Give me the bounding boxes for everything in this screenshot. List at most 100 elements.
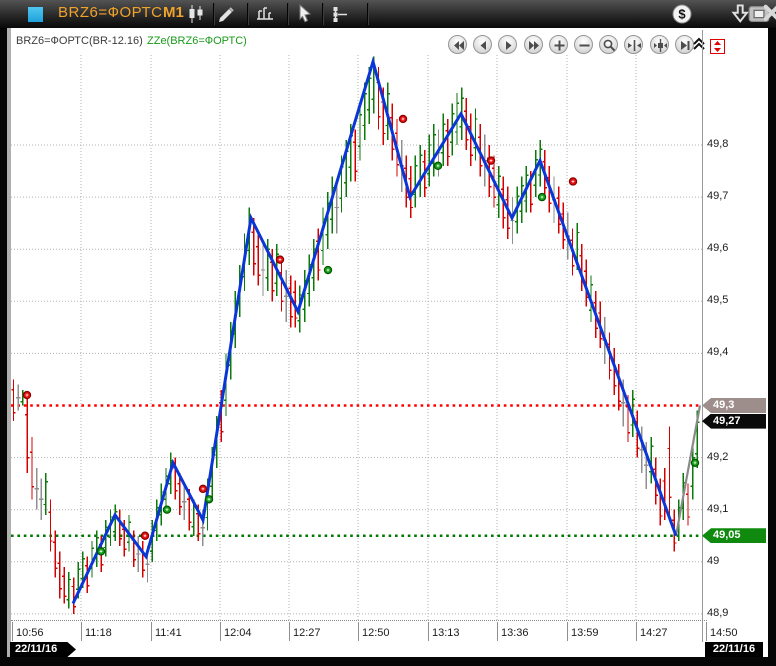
time-axis-baseline: [11, 620, 707, 622]
buy-marker: [205, 496, 212, 503]
time-tick-label: 11:18: [85, 627, 112, 639]
pencil-tool-button[interactable]: [216, 3, 238, 25]
time-tick: [289, 622, 290, 641]
zoom-in-button[interactable]: [549, 35, 568, 54]
volume-profile-icon: [254, 3, 276, 25]
window-title: BRZ6=ФОРТС: [58, 4, 163, 21]
time-tick: [358, 622, 359, 641]
compress-vertical-button[interactable]: [650, 35, 669, 54]
signal-markers: [23, 115, 698, 555]
zoom-out-icon: [576, 37, 593, 54]
app-icon: [28, 7, 43, 22]
time-tick-label: 10:56: [16, 627, 44, 639]
sell-marker: [23, 391, 30, 398]
time-tick: [567, 622, 568, 641]
toolbar-separator: [367, 3, 369, 25]
toolbar-separator: [287, 3, 289, 25]
time-tick: [81, 622, 82, 641]
time-tick: [12, 622, 13, 641]
volume-profile-tool-button[interactable]: [254, 3, 276, 25]
svg-text:$: $: [678, 7, 686, 22]
time-tick: [636, 622, 637, 641]
time-tick: [497, 622, 498, 641]
toolbar-separator: [322, 3, 324, 25]
fast-forward-icon: [526, 37, 543, 54]
dollar-button[interactable]: $: [671, 3, 693, 25]
close-icon: [762, 3, 776, 25]
chart-canvas[interactable]: [11, 55, 702, 622]
time-tick-label: 12:50: [362, 627, 390, 639]
magnifier-button[interactable]: [599, 35, 618, 54]
sell-marker: [487, 157, 494, 164]
chart-window: BRZ6=ФОРТС M1 $ BRZ6=ФОРТС(BR-12.16) ZZe…: [0, 0, 776, 666]
time-tick-label: 14:50: [710, 627, 738, 639]
timeframe-label: M1: [163, 4, 184, 21]
price-tag: 49,3: [702, 398, 766, 413]
buy-marker: [97, 548, 104, 555]
indicator-label: ZZe(BRZ6=ФОРТС): [147, 35, 247, 47]
back-button[interactable]: [473, 35, 492, 54]
buy-marker: [691, 459, 698, 466]
time-tick-label: 11:41: [155, 627, 182, 639]
chevron-up-double-icon: [691, 36, 707, 52]
time-tick-label: 14:27: [640, 627, 668, 639]
magnifier-icon: [601, 37, 618, 54]
price-tick-label: 49: [707, 555, 719, 567]
fast-back-icon: [450, 37, 467, 54]
date-tag-left: 22/11/16: [10, 642, 76, 657]
collapse-panel-button[interactable]: [691, 36, 707, 52]
price-tick-label: 49,4: [707, 346, 728, 358]
price-tick-label: 49,5: [707, 294, 728, 306]
time-tick-label: 13:59: [571, 627, 599, 639]
toolbar-separator: [213, 3, 215, 25]
pencil-icon: [216, 3, 238, 25]
sell-marker: [399, 115, 406, 122]
time-tick: [151, 622, 152, 641]
cursor-tool-button[interactable]: [294, 3, 316, 25]
time-tick-label: 13:13: [432, 627, 460, 639]
price-tag: 49,27: [702, 414, 766, 429]
compress-horizontal-icon: [626, 37, 643, 54]
price-tick-label: 49,6: [707, 242, 728, 254]
candle-series: [11, 56, 699, 613]
download-arrow-icon: [728, 3, 750, 25]
buy-marker: [434, 162, 441, 169]
cursor-icon: [294, 3, 316, 25]
candlestick-icon: [186, 3, 208, 25]
levels-icon: [330, 3, 352, 25]
time-tick: [706, 622, 707, 641]
buy-marker: [538, 194, 545, 201]
fast-back-button[interactable]: [448, 35, 467, 54]
instrument-label: BRZ6=ФОРТС(BR-12.16): [16, 35, 143, 47]
forward-icon: [500, 37, 517, 54]
price-tick-label: 49,8: [707, 138, 728, 150]
buy-marker: [163, 506, 170, 513]
sell-marker: [569, 178, 576, 185]
download-arrow-button[interactable]: [728, 3, 750, 25]
axis-separator: [702, 30, 703, 642]
compress-horizontal-button[interactable]: [624, 35, 643, 54]
buy-marker: [324, 266, 331, 273]
time-tick-label: 12:27: [293, 627, 321, 639]
titlebar[interactable]: BRZ6=ФОРТС M1 $: [0, 0, 776, 29]
back-icon: [475, 37, 492, 54]
compress-vertical-icon: [652, 37, 669, 54]
price-scale-mode-button[interactable]: [710, 39, 725, 54]
sell-marker: [141, 532, 148, 539]
close-button[interactable]: [762, 3, 776, 25]
candlestick-tool-button[interactable]: [186, 3, 208, 25]
price-tick-label: 48,9: [707, 607, 728, 619]
price-tick-label: 49,2: [707, 451, 728, 463]
price-tick-label: 49,1: [707, 503, 728, 515]
sell-marker: [276, 256, 283, 263]
zoom-out-button[interactable]: [574, 35, 593, 54]
price-tag: 49,05: [702, 528, 766, 543]
time-tick-label: 12:04: [224, 627, 252, 639]
price-tick-label: 49,7: [707, 190, 728, 202]
time-tick: [220, 622, 221, 641]
forward-button[interactable]: [498, 35, 517, 54]
fast-forward-button[interactable]: [524, 35, 543, 54]
zoom-in-icon: [551, 37, 568, 54]
levels-tool-button[interactable]: [330, 3, 352, 25]
toolbar-separator: [247, 3, 249, 25]
